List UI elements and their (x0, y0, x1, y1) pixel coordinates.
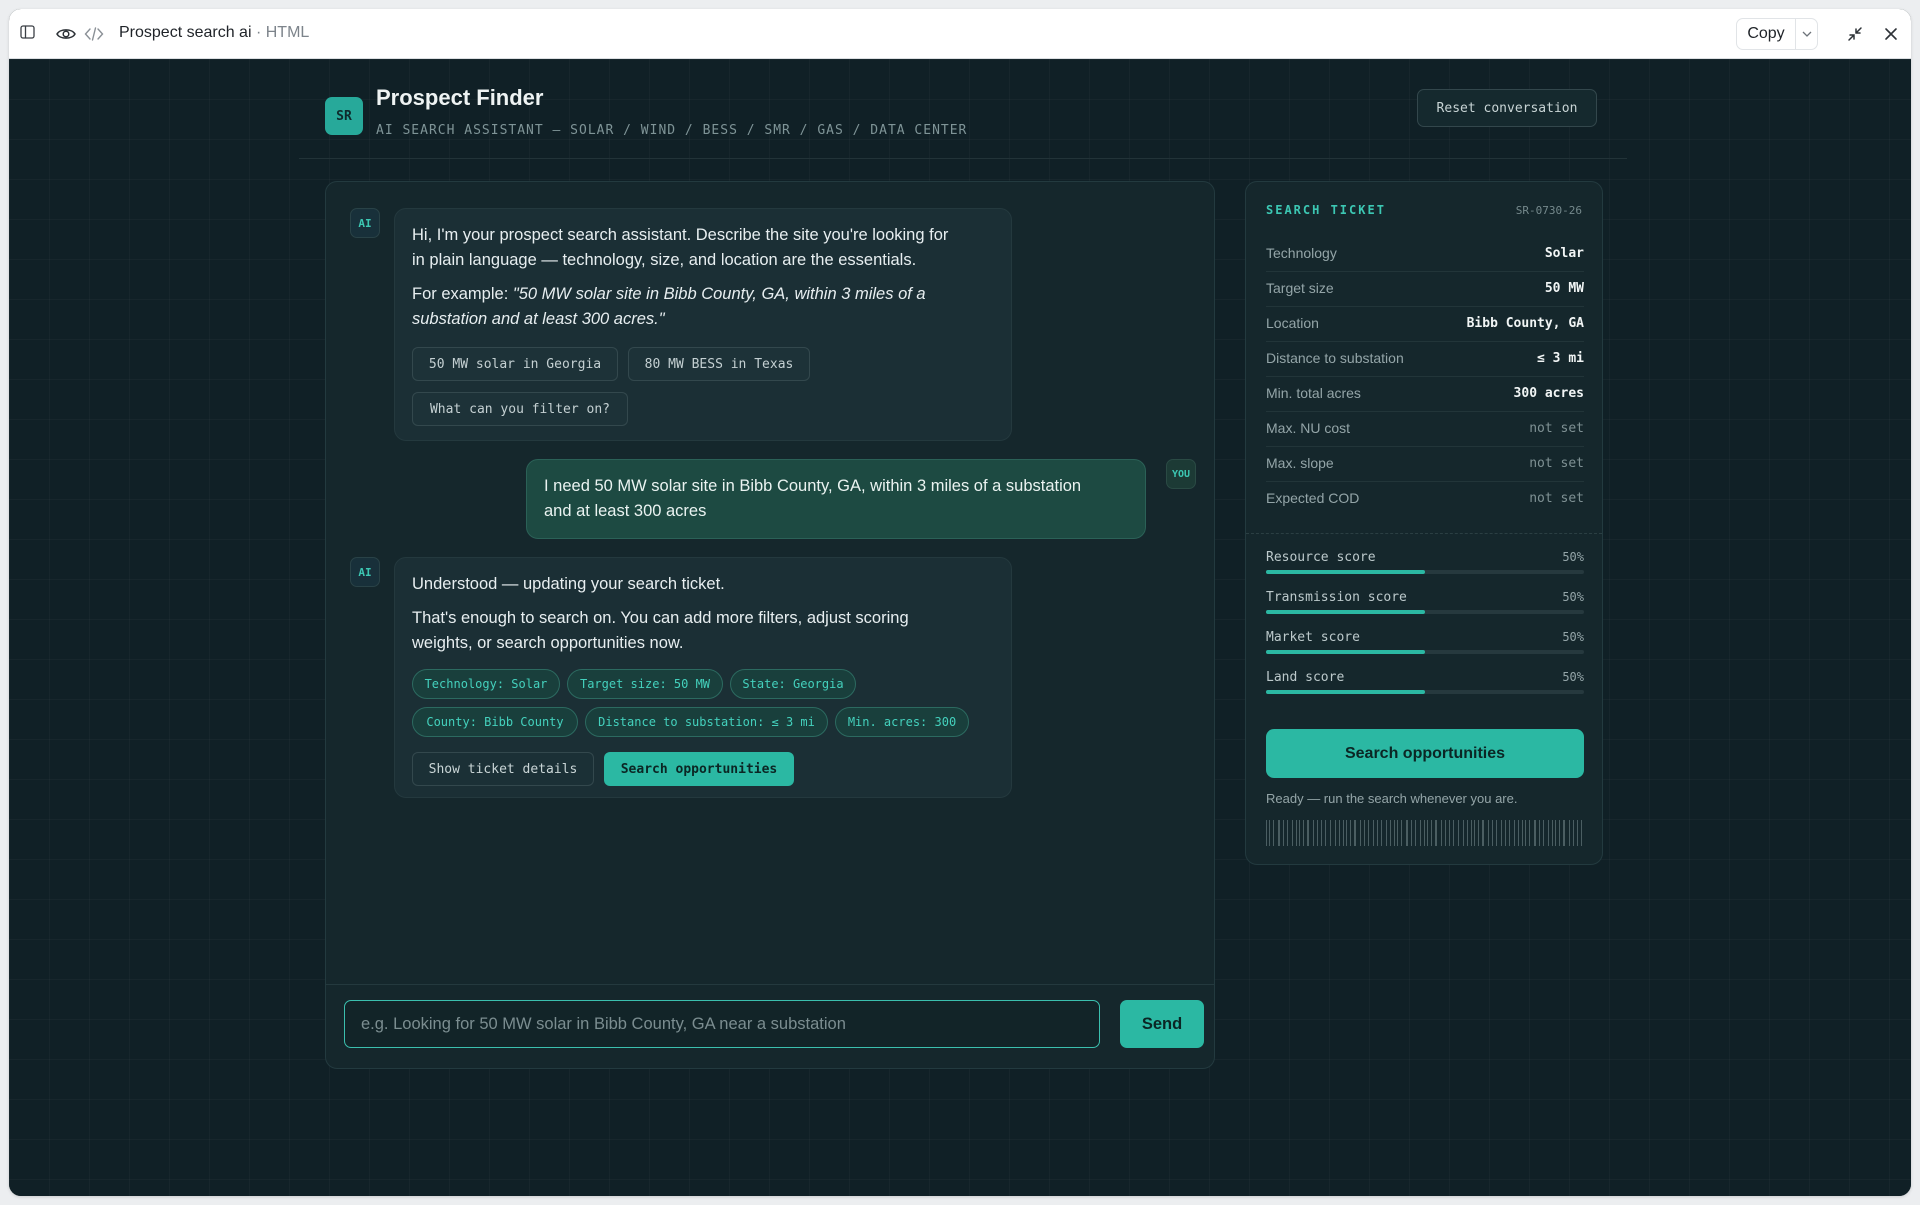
score-value: 50% (1562, 550, 1584, 564)
message-text: Understood — updating your search ticket… (412, 575, 725, 593)
window-title: Prospect search ai · HTML (119, 24, 310, 41)
ticket-row-label: Target size (1266, 280, 1334, 296)
barcode-graphic (1266, 820, 1582, 846)
ticket-row-expected-cod: Expected COD not set (1266, 482, 1584, 517)
chevron-down-icon[interactable] (1796, 31, 1817, 37)
ticket-row-label: Technology (1266, 245, 1337, 261)
ai-avatar: AI (350, 557, 380, 587)
ai-message-greeting: Hi, I'm your prospect search assistant. … (394, 208, 1012, 441)
composer-divider (326, 984, 1214, 985)
ticket-row-value: not set (1529, 421, 1584, 436)
criteria-pill: State: Georgia (730, 669, 856, 699)
score-label: Resource score (1266, 550, 1376, 565)
ticket-row-value: not set (1529, 456, 1584, 471)
score-label: Transmission score (1266, 590, 1407, 605)
copy-button[interactable]: Copy (1736, 18, 1818, 50)
score-track (1266, 650, 1584, 654)
score-value: 50% (1562, 670, 1584, 684)
score-value: 50% (1562, 630, 1584, 644)
ticket-row-technology: Technology Solar (1266, 237, 1584, 272)
example-text: For example: "50 MW solar site in Bibb C… (412, 285, 926, 303)
ticket-divider (1246, 533, 1602, 534)
score-track (1266, 610, 1584, 614)
score-track (1266, 570, 1584, 574)
score-fill (1266, 690, 1425, 694)
ticket-id: SR-0730-26 (1515, 204, 1582, 217)
ticket-row-min-acres: Min. total acres 300 acres (1266, 377, 1584, 412)
score-label: Land score (1266, 670, 1345, 685)
app-title: Prospect Finder (376, 85, 544, 110)
criteria-pill: Distance to substation: ≤ 3 mi (585, 707, 828, 737)
search-ticket-panel: SEARCH TICKET SR-0730-26 Technology Sola… (1245, 181, 1603, 865)
show-ticket-details-button[interactable]: Show ticket details (412, 752, 594, 786)
score-fill (1266, 570, 1425, 574)
app-subtitle: AI SEARCH ASSISTANT — SOLAR / WIND / BES… (376, 123, 968, 138)
ticket-row-value: ≤ 3 mi (1537, 351, 1584, 366)
score-resource: Resource score 50% (1266, 550, 1584, 580)
message-text: weights, or search opportunities now. (412, 634, 684, 652)
criteria-pill: Target size: 50 MW (567, 669, 723, 699)
ticket-row-value: 300 acres (1513, 386, 1584, 401)
message-text: in plain language — technology, size, an… (412, 251, 917, 269)
suggestion-chip[interactable]: 80 MW BESS in Texas (628, 347, 810, 381)
score-value: 50% (1562, 590, 1584, 604)
ticket-row-value: Bibb County, GA (1466, 316, 1584, 331)
ticket-row-location: Location Bibb County, GA (1266, 307, 1584, 342)
ticket-row-value: 50 MW (1544, 281, 1584, 296)
chat-panel: AI Hi, I'm your prospect search assistan… (325, 181, 1215, 1069)
ticket-status: Ready — run the search whenever you are. (1266, 791, 1518, 806)
collapse-icon[interactable] (1845, 24, 1865, 44)
send-button[interactable]: Send (1120, 1000, 1204, 1048)
sidebar-toggle-icon[interactable] (19, 23, 37, 41)
ai-message-ticket-update: Understood — updating your search ticket… (394, 557, 1012, 798)
ticket-row-label: Max. slope (1266, 455, 1334, 471)
app-window: Prospect search ai · HTML Copy SR Prospe… (9, 9, 1911, 1196)
message-text: That's enough to search on. You can add … (412, 609, 909, 627)
score-label: Market score (1266, 630, 1360, 645)
header-divider (299, 158, 1627, 159)
user-message: I need 50 MW solar site in Bibb County, … (526, 459, 1146, 539)
criteria-pill: Min. acres: 300 (835, 707, 969, 737)
score-track (1266, 690, 1584, 694)
message-text: and at least 300 acres (544, 502, 707, 520)
score-land: Land score 50% (1266, 670, 1584, 700)
app-canvas: SR Prospect Finder AI SEARCH ASSISTANT —… (9, 59, 1911, 1196)
score-market: Market score 50% (1266, 630, 1584, 660)
ticket-row-label: Location (1266, 315, 1319, 331)
ticket-row-max-nu-cost: Max. NU cost not set (1266, 412, 1584, 447)
score-fill (1266, 610, 1425, 614)
message-text: I need 50 MW solar site in Bibb County, … (544, 477, 1082, 495)
search-opportunities-inline-button[interactable]: Search opportunities (604, 752, 794, 786)
ticket-row-distance: Distance to substation ≤ 3 mi (1266, 342, 1584, 377)
ticket-row-label: Distance to substation (1266, 350, 1404, 366)
close-icon[interactable] (1881, 24, 1901, 44)
ticket-row-label: Max. NU cost (1266, 420, 1351, 436)
chat-message-input[interactable] (344, 1000, 1100, 1048)
ticket-row-max-slope: Max. slope not set (1266, 447, 1584, 482)
ticket-row-label: Expected COD (1266, 490, 1360, 506)
user-avatar: YOU (1166, 459, 1196, 489)
reset-conversation-button[interactable]: Reset conversation (1417, 89, 1597, 127)
ticket-row-label: Min. total acres (1266, 385, 1361, 401)
suggestion-chip[interactable]: 50 MW solar in Georgia (412, 347, 618, 381)
search-opportunities-button[interactable]: Search opportunities (1266, 729, 1584, 778)
ticket-row-value: not set (1529, 491, 1584, 506)
window-titlebar: Prospect search ai · HTML Copy (9, 9, 1911, 59)
copy-label[interactable]: Copy (1737, 25, 1795, 43)
score-fill (1266, 650, 1425, 654)
ticket-row-target-size: Target size 50 MW (1266, 272, 1584, 307)
suggestion-chip[interactable]: What can you filter on? (412, 392, 628, 426)
ticket-heading: SEARCH TICKET (1266, 203, 1386, 217)
criteria-pill: County: Bibb County (412, 707, 578, 737)
example-text: substation and at least 300 acres." (412, 310, 665, 328)
preview-eye-icon[interactable] (54, 23, 78, 45)
ticket-row-value: Solar (1544, 246, 1584, 261)
app-logo: SR (325, 97, 363, 135)
score-transmission: Transmission score 50% (1266, 590, 1584, 620)
criteria-pill: Technology: Solar (412, 669, 560, 699)
code-view-icon[interactable] (82, 23, 106, 45)
message-text: Hi, I'm your prospect search assistant. … (412, 226, 949, 244)
ai-avatar: AI (350, 208, 380, 238)
